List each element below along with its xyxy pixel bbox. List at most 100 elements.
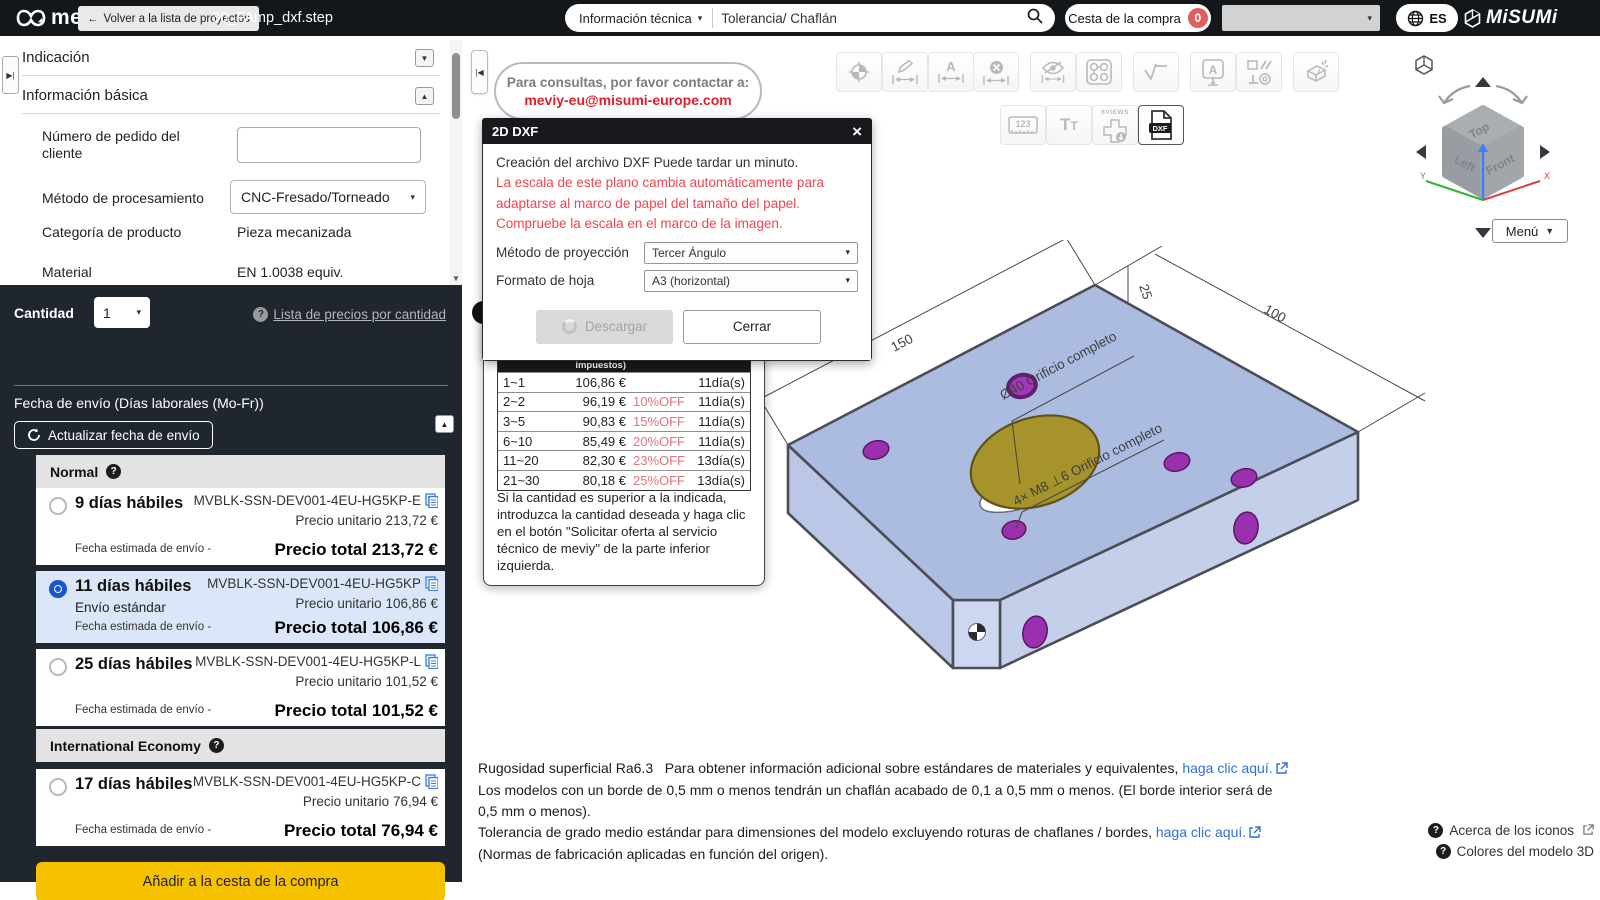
text-size-icon[interactable]: TT: [1046, 105, 1092, 145]
menu-button[interactable]: Menú▼: [1492, 219, 1568, 243]
download-button[interactable]: Descargar: [536, 310, 673, 344]
topbar-dropdown[interactable]: ▾: [1222, 5, 1380, 31]
delete-dimension-icon[interactable]: [973, 52, 1019, 92]
part-render-icon[interactable]: 4: [1293, 52, 1339, 92]
scrollbar-thumb[interactable]: [452, 53, 460, 119]
measure-123-icon[interactable]: 123: [1000, 105, 1046, 145]
dialog-warning: La escala de este plano cambia automátic…: [496, 173, 858, 235]
standard-shipping-label: Envío estándar: [75, 600, 166, 615]
chevron-down-icon: ▾: [845, 247, 850, 258]
svg-text:A: A: [1209, 63, 1218, 77]
dialog-header: 2D DXF ×: [482, 118, 872, 144]
datum-target-icon[interactable]: [836, 52, 882, 92]
copy-doc-icon[interactable]: [425, 576, 438, 591]
text-dimension-icon[interactable]: A: [928, 52, 974, 92]
radio-unselected[interactable]: [49, 778, 67, 796]
radio-unselected[interactable]: [49, 497, 67, 515]
six-views-icon[interactable]: 6VIEWS: [1092, 105, 1138, 145]
quantity-select[interactable]: 1▾: [94, 297, 150, 328]
close-icon[interactable]: ×: [852, 123, 862, 140]
chevron-down-icon: ▾: [698, 13, 703, 24]
hole-table-icon[interactable]: [1076, 52, 1122, 92]
rotate-left-arrow: [1416, 145, 1426, 159]
edit-dimension-icon[interactable]: [882, 52, 928, 92]
manufacturing-notes: Rugosidad superficial Ra6.3 Para obtener…: [478, 758, 1288, 865]
rotate-right-arrow: [1540, 145, 1550, 159]
shipping-option-11-dias-selected[interactable]: 11 días hábiles Envío estándar MVBLK-SSN…: [36, 571, 445, 643]
dialog-title: 2D DXF: [492, 124, 538, 139]
shipping-option-9-dias[interactable]: 9 días hábiles MVBLK-SSN-DEV001-4EU-HG5K…: [36, 488, 445, 565]
estimated-date-label: Fecha estimada de envío -: [75, 704, 211, 716]
tolerance-info-link[interactable]: haga clic aquí.: [1156, 824, 1246, 840]
copy-doc-icon[interactable]: [425, 774, 438, 789]
globe-icon: [1407, 10, 1424, 27]
collapse-panel-icon[interactable]: ▲: [435, 415, 454, 433]
svg-text:Y: Y: [1420, 171, 1426, 181]
help-icon: ?: [253, 307, 268, 322]
search-input[interactable]: [713, 11, 1027, 26]
misumi-logo[interactable]: MiSUMi: [1464, 0, 1558, 36]
search-bar: Información técnica▾: [565, 4, 1055, 32]
model-colors-link[interactable]: ? Colores del modelo 3D: [1428, 841, 1594, 862]
svg-text:123: 123: [1015, 119, 1030, 129]
shipping-option-17-dias[interactable]: 17 días hábiles MVBLK-SSN-DEV001-4EU-HG5…: [36, 769, 445, 846]
update-shipping-date-button[interactable]: Actualizar fecha de envío: [14, 421, 213, 449]
part-code: MVBLK-SSN-DEV001-4EU-HG5KP-L: [195, 654, 421, 669]
price-list-link[interactable]: ? Lista de precios por cantidad: [253, 307, 446, 322]
annotation-icon[interactable]: A: [1190, 52, 1236, 92]
shipping-option-25-dias[interactable]: 25 días hábiles MVBLK-SSN-DEV001-4EU-HG5…: [36, 649, 445, 726]
section-informacion-basica[interactable]: Información básica ▲: [22, 78, 440, 114]
geometric-tolerance-icon[interactable]: [1236, 52, 1282, 92]
sidebar-collapse-handle[interactable]: ▶|: [2, 56, 19, 94]
price-row: 6~1085,49 €20%OFF11día(s): [498, 431, 750, 451]
chevron-down-icon: ▾: [410, 192, 415, 203]
rotate-right-icon: [1496, 86, 1527, 103]
unit-price: 76,94 €: [393, 794, 438, 809]
surface-roughness-icon[interactable]: [1133, 52, 1179, 92]
total-price: 213,72 €: [372, 540, 438, 559]
estimated-date-label: Fecha estimada de envío -: [75, 824, 211, 836]
help-icon[interactable]: ?: [209, 738, 224, 753]
cube-home-icon: [1416, 56, 1432, 74]
pricing-panel: Cantidad 1▾ ? Lista de precios por canti…: [0, 285, 462, 882]
radio-unselected[interactable]: [49, 658, 67, 676]
add-to-cart-button[interactable]: Añadir a la cesta de la compra: [36, 862, 445, 900]
language-selector[interactable]: ES: [1396, 4, 1458, 32]
origin-marker[interactable]: [969, 624, 986, 641]
projection-method-select[interactable]: Tercer Ángulo▾: [644, 242, 858, 264]
chevron-down-icon: ▾: [1367, 13, 1372, 24]
meviy-logo-icon: [16, 9, 46, 27]
viewer-collapse-handle[interactable]: |◀: [471, 50, 488, 94]
close-button[interactable]: Cerrar: [683, 310, 821, 344]
sheet-format-select[interactable]: A3 (horizontal)▾: [644, 270, 858, 292]
about-icons-link[interactable]: ? Acerca de los iconos: [1428, 820, 1594, 841]
scrollbar-down-arrow[interactable]: ▼: [450, 272, 462, 284]
part-code: MVBLK-SSN-DEV001-4EU-HG5KP-E: [194, 493, 421, 508]
help-icon[interactable]: ?: [106, 464, 121, 479]
material-label: Material: [42, 264, 92, 281]
section-indicacion[interactable]: Indicación ▼: [22, 40, 440, 76]
copy-doc-icon[interactable]: [425, 493, 438, 508]
contact-email[interactable]: meviy-eu@misumi-europe.com: [524, 92, 731, 108]
help-icon: ?: [1436, 844, 1451, 859]
cart-button[interactable]: Cesta de la compra 0: [1065, 4, 1211, 32]
chevron-down-icon: ▾: [845, 275, 850, 286]
collapse-section-icon[interactable]: ▲: [415, 87, 434, 105]
radio-selected[interactable]: [49, 580, 67, 598]
refresh-icon: [27, 428, 41, 442]
hide-dimension-icon[interactable]: [1030, 52, 1076, 92]
sheet-format-label: Formato de hoja: [496, 273, 644, 288]
unit-price: 101,52 €: [385, 674, 438, 689]
product-category-value: Pieza mecanizada: [237, 224, 351, 240]
search-category-select[interactable]: Información técnica▾: [565, 8, 713, 28]
order-number-input[interactable]: [237, 127, 421, 163]
divider: [14, 385, 448, 386]
search-icon[interactable]: [1027, 8, 1055, 29]
group-international-header: International Economy?: [36, 729, 445, 762]
copy-doc-icon[interactable]: [425, 654, 438, 669]
rotate-left-icon: [1439, 86, 1470, 103]
processing-method-select[interactable]: CNC-Fresado/Torneado▾: [230, 180, 426, 214]
materials-info-link[interactable]: haga clic aquí.: [1182, 760, 1272, 776]
dxf-export-icon[interactable]: DXF: [1138, 105, 1184, 145]
expand-section-icon[interactable]: ▼: [415, 49, 434, 67]
